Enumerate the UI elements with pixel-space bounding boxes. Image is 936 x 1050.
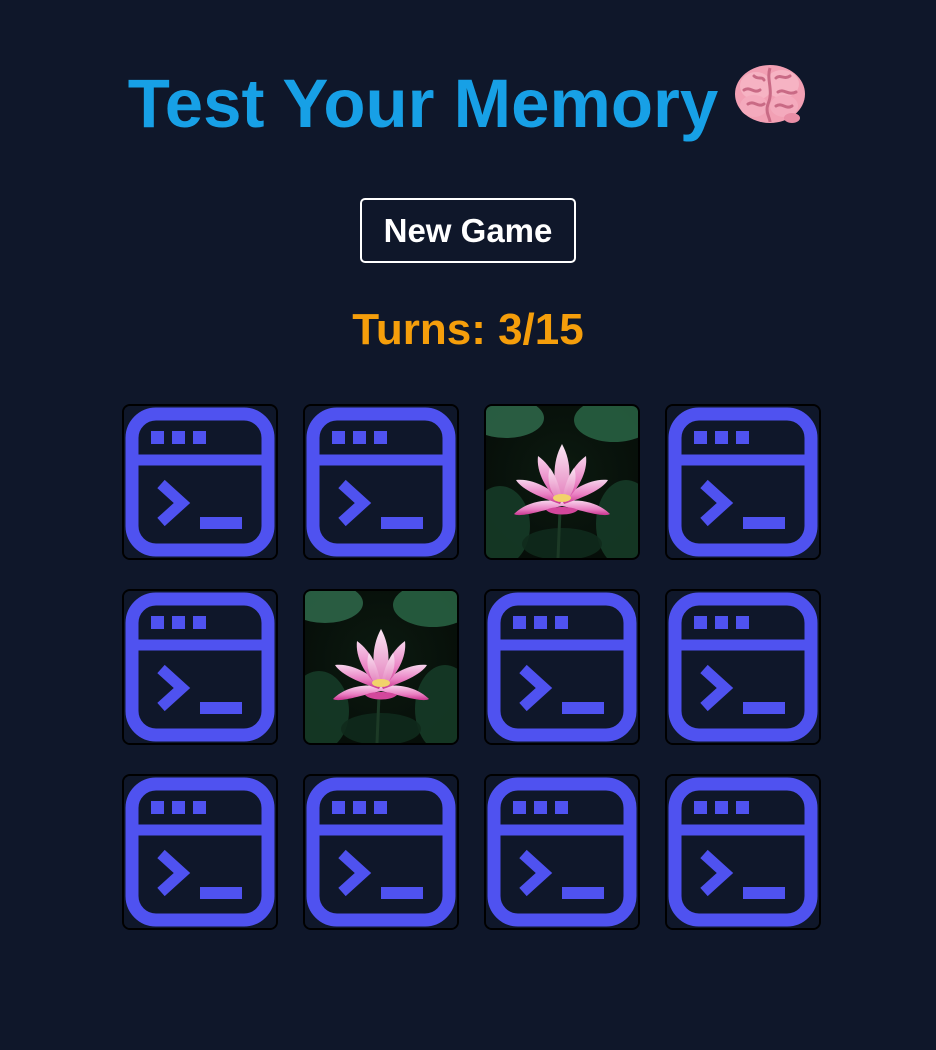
- terminal-window-icon: [667, 776, 819, 928]
- terminal-window-icon: [124, 406, 276, 558]
- lotus-flower-image: [305, 591, 457, 743]
- memory-card-face-down[interactable]: [665, 404, 821, 560]
- memory-card-face-down[interactable]: [665, 589, 821, 745]
- terminal-window-icon: [486, 776, 638, 928]
- terminal-window-icon: [124, 591, 276, 743]
- terminal-window-icon: [124, 776, 276, 928]
- memory-card-face-down[interactable]: [303, 774, 459, 930]
- memory-card-face-down[interactable]: [484, 774, 640, 930]
- memory-card-face-down[interactable]: [665, 774, 821, 930]
- new-game-button[interactable]: New Game: [360, 198, 576, 263]
- memory-card-face-down[interactable]: [484, 589, 640, 745]
- terminal-window-icon: [667, 406, 819, 558]
- memory-card-face-up[interactable]: [484, 404, 640, 560]
- memory-card-face-down[interactable]: [122, 589, 278, 745]
- card-grid: [122, 404, 821, 930]
- memory-game-app: Test Your Memory New Game Turns: 3/15: [0, 0, 936, 1050]
- terminal-window-icon: [305, 776, 457, 928]
- terminal-window-icon: [305, 406, 457, 558]
- memory-card-face-up[interactable]: [303, 589, 459, 745]
- page-title: Test Your Memory: [0, 62, 936, 151]
- terminal-window-icon: [667, 591, 819, 743]
- memory-card-face-down[interactable]: [122, 404, 278, 560]
- page-title-text: Test Your Memory: [127, 65, 719, 142]
- memory-card-face-down[interactable]: [122, 774, 278, 930]
- brain-icon: [732, 60, 808, 145]
- lotus-flower-image: [486, 406, 638, 558]
- turns-counter: Turns: 3/15: [352, 305, 584, 354]
- terminal-window-icon: [486, 591, 638, 743]
- memory-card-face-down[interactable]: [303, 404, 459, 560]
